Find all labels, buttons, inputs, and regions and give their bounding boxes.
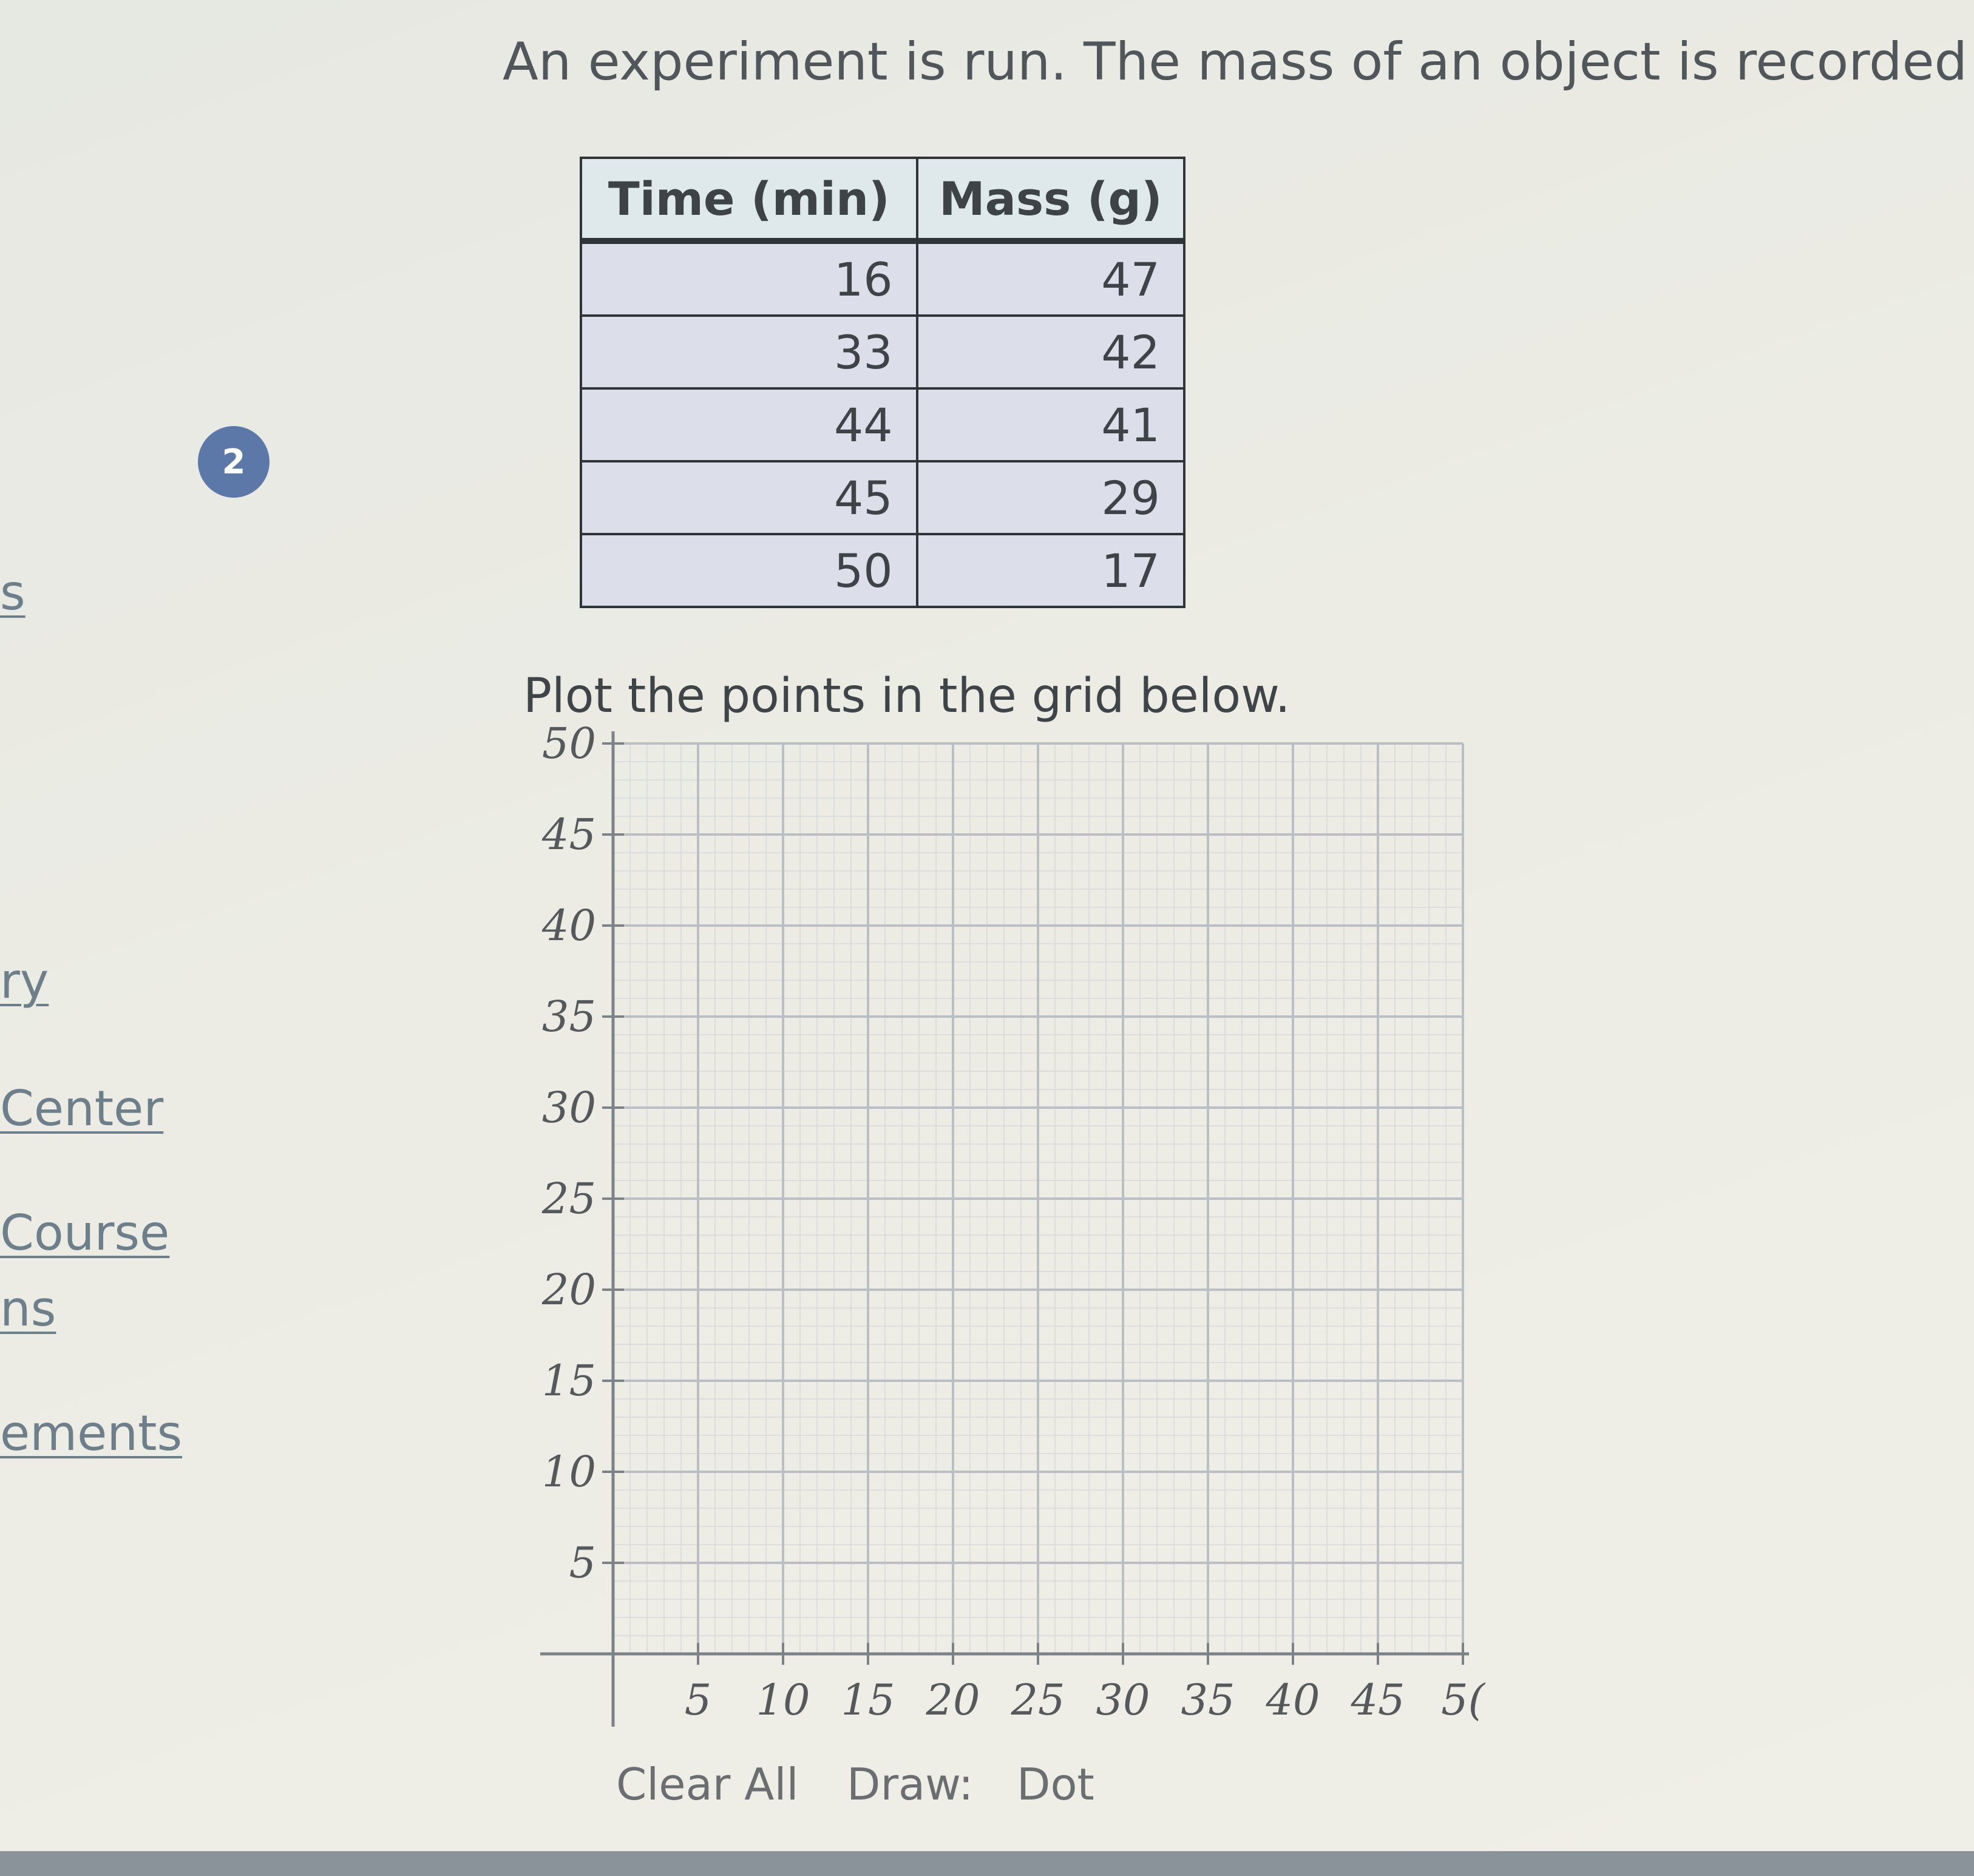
sidebar-link-center[interactable]: Center — [0, 1080, 163, 1137]
question-number-badge: 2 — [198, 426, 270, 498]
sidebar-link-ements[interactable]: ements — [0, 1405, 182, 1461]
y-tick-label: 40 — [541, 901, 596, 950]
bottom-bar — [0, 1851, 1974, 1876]
table-cell-mass: 42 — [915, 314, 1186, 390]
sidebar-link-4[interactable]: ns — [0, 1281, 56, 1337]
y-tick-label: 15 — [542, 1356, 596, 1406]
y-tick-label: 20 — [541, 1265, 596, 1315]
table-row: 45 29 — [580, 460, 1186, 535]
data-table: Time (min) Mass (g) 16 47 33 42 44 41 45… — [580, 157, 1186, 608]
y-tick-label: 5 — [569, 1538, 596, 1588]
table-cell-time: 44 — [580, 387, 918, 462]
clear-all-button[interactable]: Clear All — [616, 1759, 798, 1810]
x-tick-label: 40 — [1265, 1675, 1320, 1725]
question-prompt: An experiment is run. The mass of an obj… — [503, 32, 1974, 92]
table-header-row: Time (min) Mass (g) — [580, 157, 1186, 244]
draw-mode-dot-button[interactable]: Dot — [1017, 1759, 1094, 1810]
table-cell-time: 33 — [580, 314, 918, 390]
table-row: 33 42 — [580, 314, 1186, 390]
table-cell-mass: 17 — [915, 533, 1186, 608]
sidebar-link-1[interactable]: s — [0, 564, 25, 621]
table-row: 16 47 — [580, 240, 1186, 317]
table-cell-mass: 47 — [915, 240, 1186, 317]
x-tick-label: 5 — [685, 1675, 712, 1725]
x-tick-label: 15 — [841, 1675, 895, 1725]
y-tick-label: 50 — [542, 719, 596, 768]
x-tick-label: 45 — [1350, 1675, 1405, 1725]
x-tick-label: 25 — [1010, 1675, 1065, 1725]
sidebar-link-2[interactable]: ry — [0, 953, 49, 1009]
table-cell-time: 50 — [580, 533, 918, 608]
y-tick-label: 25 — [541, 1174, 596, 1224]
x-tick-label: 35 — [1181, 1675, 1235, 1725]
plot-grid[interactable]: 5 10 15 20 25 30 35 40 45 50 5 10 15 20 25 30 35 40 45 5( — [510, 710, 1578, 1742]
sidebar-link-course[interactable]: Course — [0, 1205, 169, 1261]
draw-label: Draw: — [847, 1759, 974, 1810]
table-header-mass: Mass (g) — [915, 157, 1186, 244]
table-row: 50 17 — [580, 533, 1186, 608]
y-tick-label: 45 — [541, 810, 596, 859]
x-tick-label: 5( — [1441, 1675, 1486, 1725]
table-cell-time: 16 — [580, 240, 918, 317]
table-header-time: Time (min) — [580, 157, 918, 244]
table-cell-time: 45 — [580, 460, 918, 535]
table-row: 44 41 — [580, 387, 1186, 462]
x-tick-label: 10 — [756, 1675, 810, 1725]
table-cell-mass: 29 — [915, 460, 1186, 535]
x-tick-label: 30 — [1096, 1675, 1150, 1725]
table-cell-mass: 41 — [915, 387, 1186, 462]
y-tick-label: 10 — [542, 1447, 596, 1497]
y-tick-label: 30 — [542, 1083, 596, 1133]
y-tick-label: 35 — [542, 992, 596, 1041]
x-tick-label: 20 — [925, 1675, 980, 1725]
